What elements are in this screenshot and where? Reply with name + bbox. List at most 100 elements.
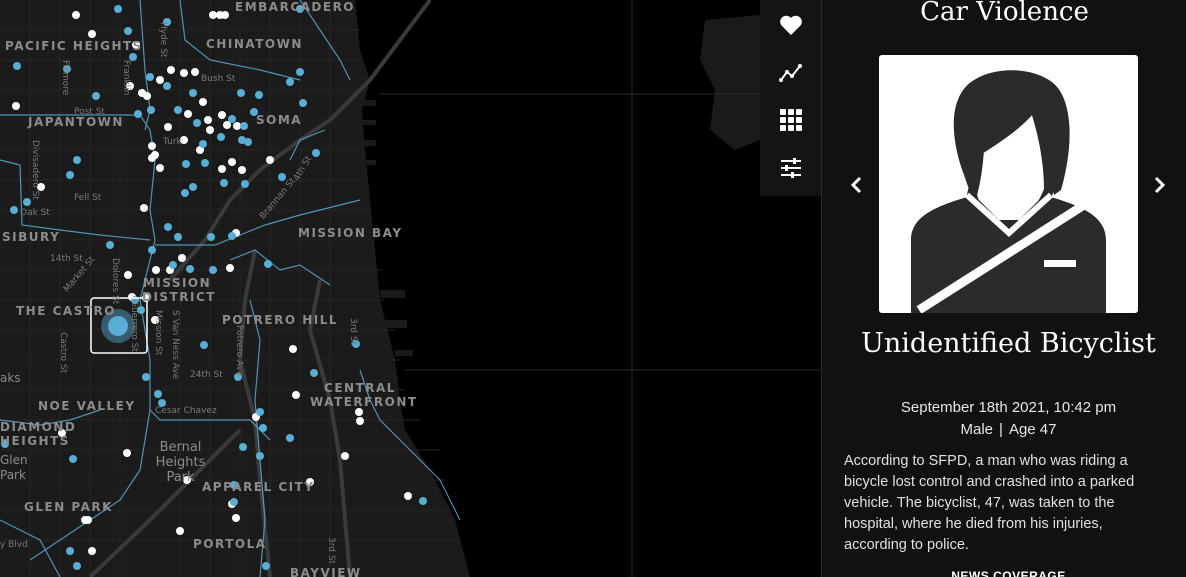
incident-marker[interactable] [146, 73, 154, 81]
incident-marker[interactable] [207, 233, 215, 241]
incident-marker[interactable] [88, 30, 96, 38]
incident-marker[interactable] [13, 62, 21, 70]
incident-marker[interactable] [88, 547, 96, 555]
incident-marker[interactable] [264, 260, 272, 268]
incident-marker[interactable] [10, 206, 18, 214]
incident-marker[interactable] [169, 261, 177, 269]
incident-marker[interactable] [355, 408, 363, 416]
incident-marker[interactable] [189, 89, 197, 97]
incident-marker[interactable] [201, 159, 209, 167]
incident-marker[interactable] [255, 91, 263, 99]
incident-marker[interactable] [278, 173, 286, 181]
incident-marker[interactable] [341, 452, 349, 460]
incident-marker[interactable] [218, 111, 226, 119]
incident-marker[interactable] [289, 345, 297, 353]
incident-marker[interactable] [230, 498, 238, 506]
incident-marker[interactable] [220, 179, 228, 187]
incident-marker[interactable] [299, 99, 307, 107]
incident-marker[interactable] [404, 492, 412, 500]
incident-marker[interactable] [156, 76, 164, 84]
incident-marker[interactable] [206, 126, 214, 134]
incident-marker[interactable] [233, 122, 241, 130]
incident-marker[interactable] [124, 27, 132, 35]
incident-marker[interactable] [262, 562, 270, 570]
incident-marker[interactable] [218, 165, 226, 173]
incident-marker[interactable] [152, 266, 160, 274]
incident-marker[interactable] [241, 180, 249, 188]
incident-marker[interactable] [356, 417, 364, 425]
incident-marker[interactable] [237, 89, 245, 97]
incident-marker[interactable] [182, 160, 190, 168]
incident-marker[interactable] [256, 408, 264, 416]
incident-marker[interactable] [114, 5, 122, 13]
incident-marker[interactable] [191, 68, 199, 76]
incident-marker[interactable] [84, 516, 92, 524]
incident-marker[interactable] [200, 341, 208, 349]
incident-marker[interactable] [124, 271, 132, 279]
incident-marker[interactable] [143, 92, 151, 100]
incident-marker[interactable] [69, 455, 77, 463]
grid-button[interactable] [771, 101, 811, 140]
previous-button[interactable] [844, 170, 868, 200]
filters-button[interactable] [771, 149, 811, 188]
incident-marker[interactable] [286, 78, 294, 86]
incident-marker[interactable] [134, 110, 142, 118]
incident-marker[interactable] [73, 562, 81, 570]
incident-marker[interactable] [286, 434, 294, 442]
incident-marker[interactable] [66, 547, 74, 555]
incident-marker[interactable] [106, 241, 114, 249]
incident-marker[interactable] [259, 424, 267, 432]
incident-marker[interactable] [174, 106, 182, 114]
incident-marker[interactable] [296, 68, 304, 76]
incident-marker[interactable] [66, 171, 74, 179]
chart-button[interactable] [771, 54, 811, 93]
incident-marker[interactable] [72, 11, 80, 19]
incident-marker[interactable] [204, 116, 212, 124]
incident-marker[interactable] [209, 11, 217, 19]
incident-marker[interactable] [12, 102, 20, 110]
incident-marker[interactable] [140, 204, 148, 212]
incident-marker[interactable] [193, 119, 201, 127]
incident-marker[interactable] [123, 449, 131, 457]
incident-marker[interactable] [419, 497, 427, 505]
incident-marker[interactable] [228, 115, 236, 123]
incident-marker[interactable] [142, 373, 150, 381]
incident-marker[interactable] [232, 514, 240, 522]
incident-marker[interactable] [147, 106, 155, 114]
favorites-button[interactable] [771, 6, 811, 45]
incident-marker[interactable] [180, 69, 188, 77]
incident-marker[interactable] [73, 156, 81, 164]
incident-marker[interactable] [199, 98, 207, 106]
incident-marker[interactable] [292, 391, 300, 399]
incident-marker[interactable] [167, 66, 175, 74]
incident-marker[interactable] [199, 140, 207, 148]
incident-marker[interactable] [164, 123, 172, 131]
incident-marker[interactable] [266, 156, 274, 164]
incident-marker[interactable] [221, 11, 229, 19]
incident-marker[interactable] [92, 92, 100, 100]
next-button[interactable] [1148, 170, 1172, 200]
incident-marker[interactable] [148, 142, 156, 150]
incident-marker[interactable] [189, 183, 197, 191]
incident-marker[interactable] [156, 164, 164, 172]
incident-marker[interactable] [209, 266, 217, 274]
incident-marker[interactable] [228, 158, 236, 166]
incident-marker[interactable] [239, 443, 247, 451]
incident-marker[interactable] [184, 110, 192, 118]
incident-marker[interactable] [217, 133, 225, 141]
incident-marker[interactable] [176, 527, 184, 535]
incident-marker[interactable] [226, 264, 234, 272]
incident-marker[interactable] [256, 452, 264, 460]
incident-marker[interactable] [148, 246, 156, 254]
incident-marker[interactable] [154, 390, 162, 398]
incident-marker[interactable] [174, 233, 182, 241]
incident-marker[interactable] [181, 189, 189, 197]
incident-marker[interactable] [312, 149, 320, 157]
map[interactable]: EMBARCADERO PACIFIC HEIGHTS CHINATOWN JA… [0, 0, 821, 577]
incident-marker[interactable] [164, 223, 172, 231]
incident-marker[interactable] [178, 254, 186, 262]
incident-marker[interactable] [228, 232, 236, 240]
incident-marker[interactable] [244, 138, 252, 146]
incident-marker[interactable] [148, 154, 156, 162]
incident-marker[interactable] [310, 369, 318, 377]
